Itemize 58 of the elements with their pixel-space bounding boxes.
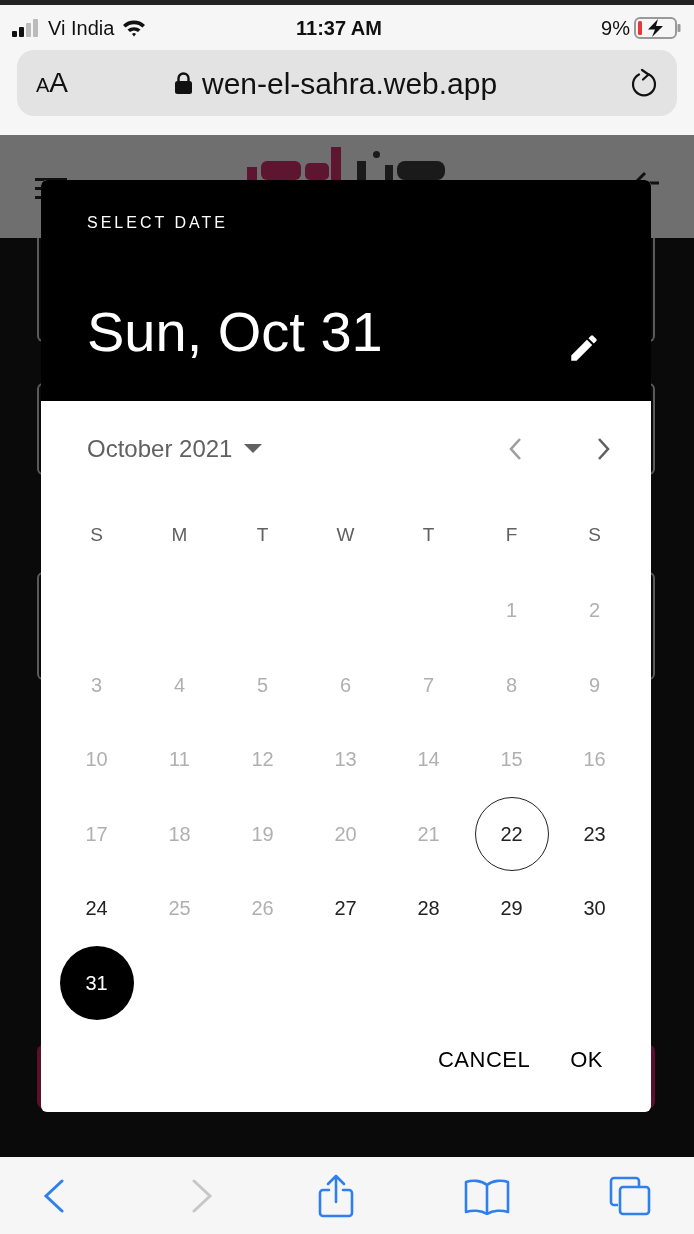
day-button: 9 <box>557 647 632 722</box>
weekday-label: T <box>422 522 435 547</box>
day-button[interactable]: 29 <box>474 871 549 946</box>
day-button: 15 <box>474 722 549 797</box>
battery-percentage: 9% <box>601 15 630 41</box>
ok-button[interactable]: OK <box>554 1033 619 1086</box>
clock-time: 11:37 AM <box>296 15 382 41</box>
wifi-icon <box>122 18 147 37</box>
weekday-label: S <box>588 522 601 547</box>
weekday-label: M <box>171 522 188 547</box>
day-button[interactable]: 24 <box>59 871 134 946</box>
day-button: 8 <box>474 647 549 722</box>
share-icon[interactable] <box>318 1173 354 1218</box>
day-button: 21 <box>391 796 466 871</box>
day-button[interactable]: 23 <box>557 796 632 871</box>
carrier-name: Vi India <box>48 15 115 41</box>
day-button: 7 <box>391 647 466 722</box>
day-button: 25 <box>142 871 217 946</box>
day-button: 4 <box>142 647 217 722</box>
weekday-label: W <box>336 522 355 547</box>
day-button[interactable]: 30 <box>557 871 632 946</box>
day-button: 3 <box>59 647 134 722</box>
dialog-title: SELECT DATE <box>87 213 229 233</box>
back-icon[interactable] <box>43 1178 65 1213</box>
previous-month-icon[interactable] <box>508 437 522 461</box>
reload-icon[interactable] <box>630 68 658 98</box>
tabs-icon[interactable] <box>609 1175 651 1216</box>
weekday-label: F <box>505 522 518 547</box>
day-button: 2 <box>557 573 632 648</box>
day-button: 19 <box>225 796 300 871</box>
next-month-icon[interactable] <box>597 437 611 461</box>
day-button: 14 <box>391 722 466 797</box>
day-button: 16 <box>557 722 632 797</box>
day-button: 20 <box>308 796 383 871</box>
weekday-label: T <box>256 522 269 547</box>
day-button: 1 <box>474 573 549 648</box>
day-button: 11 <box>142 722 217 797</box>
weekday-label: S <box>90 522 103 547</box>
day-button[interactable]: 31 <box>59 945 134 1020</box>
dropdown-triangle-icon <box>244 444 263 454</box>
cancel-button[interactable]: CANCEL <box>421 1033 547 1086</box>
text-size-button[interactable]: AA <box>36 62 69 104</box>
day-button: 6 <box>308 647 383 722</box>
day-button: 10 <box>59 722 134 797</box>
day-button[interactable]: 28 <box>391 871 466 946</box>
url-text: wen-el-sahra.web.app <box>202 65 498 102</box>
selected-date: Sun, Oct 31 <box>87 300 383 364</box>
address-bar[interactable]: AA wen-el-sahra.web.app <box>17 50 677 116</box>
day-button: 17 <box>59 796 134 871</box>
day-button: 18 <box>142 796 217 871</box>
day-button: 26 <box>225 871 300 946</box>
day-button: 5 <box>225 647 300 722</box>
day-button: 12 <box>225 722 300 797</box>
bookmarks-icon[interactable] <box>464 1176 510 1215</box>
day-button: 13 <box>308 722 383 797</box>
month-year-dropdown[interactable]: October 2021 <box>87 431 263 467</box>
day-button[interactable]: 27 <box>308 871 383 946</box>
signal-icon <box>12 18 40 37</box>
